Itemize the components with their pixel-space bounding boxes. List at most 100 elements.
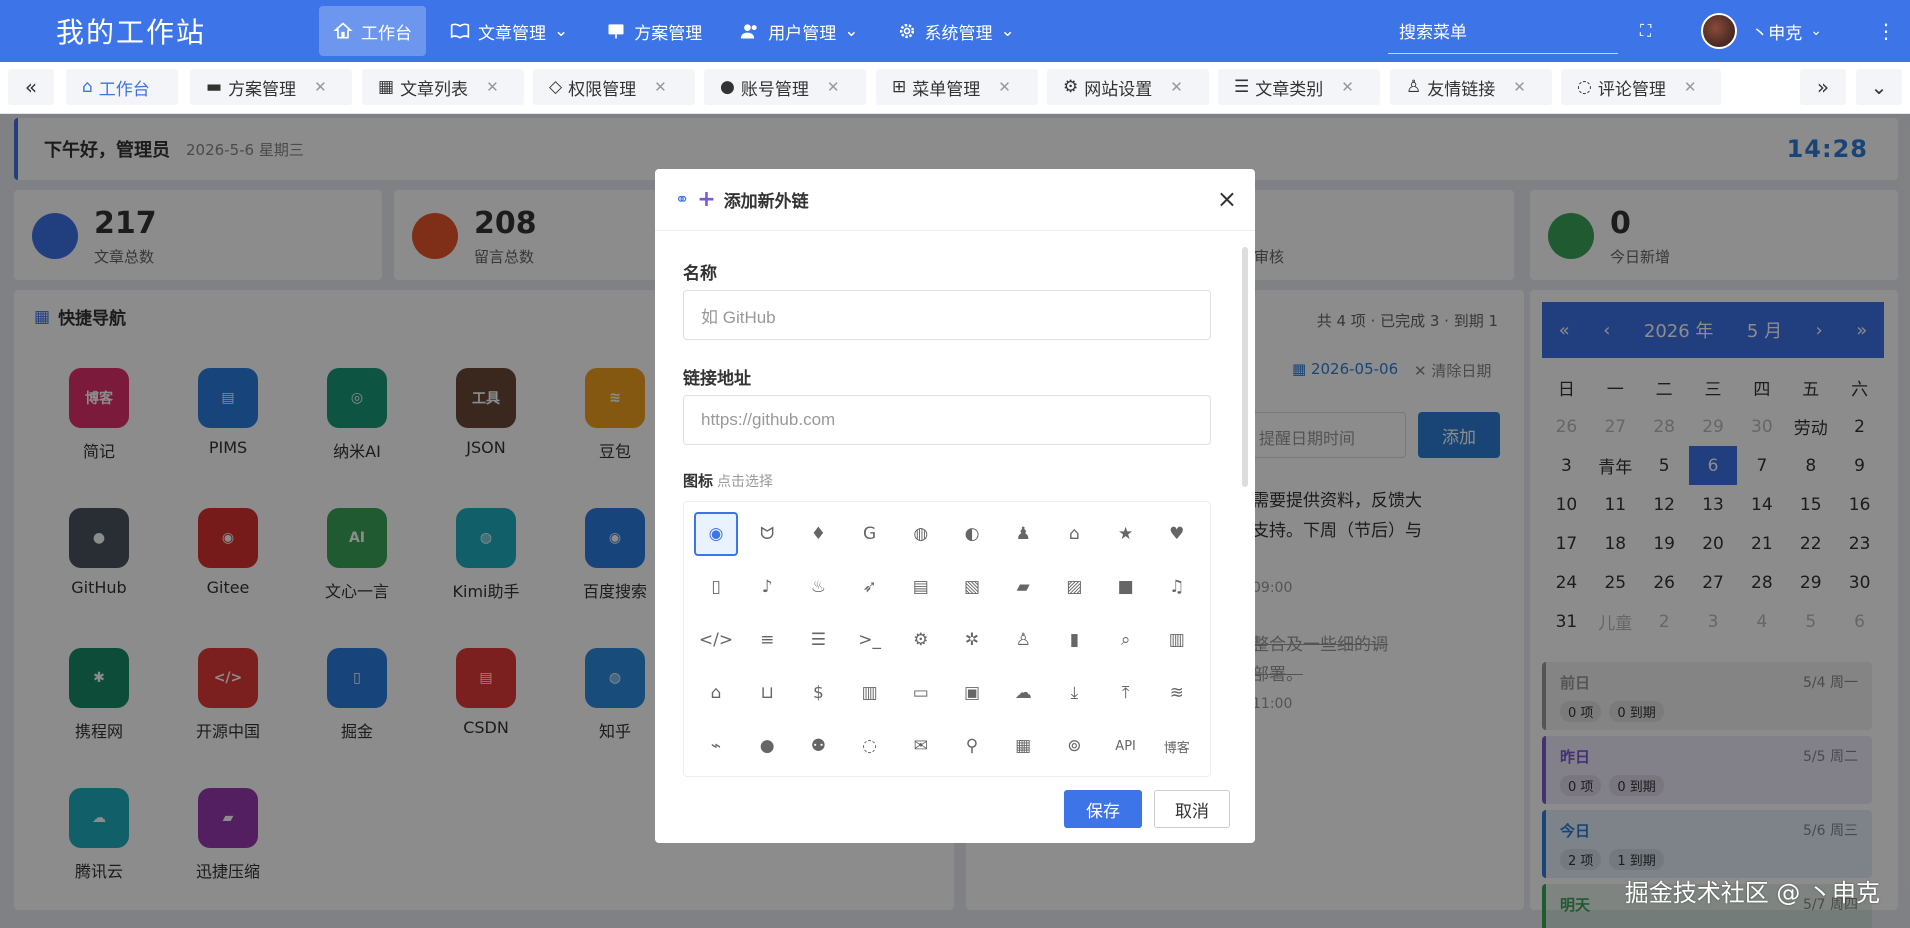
heart-icon[interactable]: ♥ <box>1155 512 1199 556</box>
icon-option-text[interactable]: API <box>1104 724 1148 768</box>
close-icon[interactable]: ✕ <box>314 78 327 96</box>
rocket-icon[interactable]: ➶ <box>848 565 892 609</box>
close-icon[interactable]: ✕ <box>1684 78 1697 96</box>
user-icon[interactable]: ● <box>745 724 789 768</box>
bookmark-icon[interactable]: ▯ <box>694 565 738 609</box>
cancel-button[interactable]: 取消 <box>1154 790 1230 828</box>
tab-article-list[interactable]: ▦ 文章列表 ✕ <box>362 69 524 105</box>
user-name[interactable]: 丶申克 <box>1751 19 1802 44</box>
tabs-scroll-right-button[interactable]: » <box>1800 69 1846 105</box>
icon-label-text: 图标 <box>683 472 714 490</box>
file-icon[interactable]: ▤ <box>899 565 943 609</box>
chart-icon[interactable]: ▥ <box>848 671 892 715</box>
cloud-icon[interactable]: ☁ <box>1001 671 1045 715</box>
tab-label: 友情链接 <box>1427 79 1496 100</box>
dialog-scrollbar[interactable] <box>1242 247 1248 487</box>
terminal-icon[interactable]: >_ <box>848 618 892 662</box>
tab-workbench[interactable]: ⌂ 工作台 <box>66 69 178 105</box>
qq-icon[interactable]: ♟ <box>1001 512 1045 556</box>
globe-icon[interactable]: ◉ <box>694 512 738 556</box>
tab-label: 菜单管理 <box>912 79 981 100</box>
book-icon[interactable]: ▥ <box>1155 618 1199 662</box>
users-icon <box>741 24 757 39</box>
search-menu-input[interactable]: 搜索菜单 <box>1388 12 1618 54</box>
chat-icon[interactable]: ◌ <box>848 724 892 768</box>
graduation-icon[interactable]: ⌂ <box>694 671 738 715</box>
code-file-icon[interactable]: ▧ <box>950 565 994 609</box>
menu-item-articles[interactable]: 文章管理 ⌄ <box>436 6 582 56</box>
name-input[interactable]: 如 GitHub <box>683 290 1211 340</box>
linux-icon[interactable]: ♙ <box>1001 618 1045 662</box>
tabs-scroll-left-button[interactable]: « <box>8 69 54 105</box>
menu-item-plans[interactable]: 方案管理 <box>592 6 716 56</box>
database-icon[interactable]: ≡ <box>745 618 789 662</box>
fire-icon[interactable]: ♨ <box>796 565 840 609</box>
star-icon[interactable]: ★ <box>1104 512 1148 556</box>
tabs-dropdown-button[interactable]: ⌄ <box>1856 69 1902 105</box>
book-icon <box>450 23 470 39</box>
presentation-icon <box>608 24 624 39</box>
folder-icon[interactable]: ▰ <box>1001 565 1045 609</box>
tab-site-settings[interactable]: ⚙ 网站设置 ✕ <box>1047 69 1209 105</box>
card-icon[interactable]: ▭ <box>899 671 943 715</box>
close-icon[interactable]: × <box>1217 185 1237 213</box>
cart-icon[interactable]: ⊔ <box>745 671 789 715</box>
weibo-icon[interactable]: ◍ <box>899 512 943 556</box>
tab-plans[interactable]: ▬ 方案管理 ✕ <box>190 69 352 105</box>
dollar-icon[interactable]: $ <box>796 671 840 715</box>
close-icon[interactable]: ✕ <box>654 78 667 96</box>
close-icon[interactable]: ✕ <box>1170 78 1183 96</box>
chevron-down-icon: ⌄ <box>554 21 569 41</box>
mobile-icon[interactable]: ▮ <box>1052 618 1096 662</box>
close-icon[interactable]: ✕ <box>1513 78 1526 96</box>
image-icon[interactable]: ▨ <box>1052 565 1096 609</box>
fullscreen-icon[interactable]: ⛶ <box>1640 21 1651 41</box>
close-icon[interactable]: ✕ <box>998 78 1011 96</box>
cat-icon[interactable]: ᗢ <box>745 512 789 556</box>
video-icon[interactable]: ■ <box>1104 565 1148 609</box>
tab-permissions[interactable]: ◇ 权限管理 ✕ <box>533 69 695 105</box>
plug-icon[interactable]: ⌁ <box>694 724 738 768</box>
users-icon[interactable]: ⚉ <box>796 724 840 768</box>
menu-item-users[interactable]: 用户管理 ⌄ <box>726 6 872 56</box>
home-icon[interactable]: ⌂ <box>1052 512 1096 556</box>
tab-accounts[interactable]: ● 账号管理 ✕ <box>704 69 866 105</box>
gamepad-icon[interactable]: ⊚ <box>1052 724 1096 768</box>
save-button[interactable]: 保存 <box>1064 790 1142 828</box>
close-icon[interactable]: ✕ <box>486 78 499 96</box>
search-icon[interactable]: ⌕ <box>1104 618 1148 662</box>
icon-option-text[interactable]: 博客 <box>1155 724 1199 768</box>
menu-item-label: 方案管理 <box>634 23 703 44</box>
close-icon[interactable]: ✕ <box>1341 78 1354 96</box>
chevron-down-icon[interactable]: ⌄ <box>1810 23 1822 39</box>
server-icon[interactable]: ☰ <box>796 618 840 662</box>
briefcase-icon[interactable]: ▣ <box>950 671 994 715</box>
code-icon[interactable]: </> <box>694 618 738 662</box>
menu-item-workbench[interactable]: 工作台 <box>319 6 426 56</box>
name-label: 名称 <box>683 264 717 284</box>
main-menu: 工作台 文章管理 ⌄ 方案管理 用户管理 ⌄ 系统管理 ⌄ <box>319 0 1039 62</box>
gear-icon <box>899 23 914 39</box>
bell-icon[interactable]: ♪ <box>745 565 789 609</box>
google-icon[interactable]: G <box>848 512 892 556</box>
menu-item-system[interactable]: 系统管理 ⌄ <box>883 6 1029 56</box>
upload-icon[interactable]: ⤒ <box>1104 671 1148 715</box>
calendar-icon[interactable]: ▦ <box>1001 724 1045 768</box>
more-vertical-icon[interactable]: ⋮ <box>1876 19 1896 43</box>
tab-menus[interactable]: ⊞ 菜单管理 ✕ <box>876 69 1038 105</box>
gear-icon[interactable]: ⚙ <box>899 618 943 662</box>
tab-comments[interactable]: ◌ 评论管理 ✕ <box>1561 69 1721 105</box>
tab-friend-links[interactable]: ♙ 友情链接 ✕ <box>1390 69 1552 105</box>
close-icon[interactable]: ✕ <box>827 78 840 96</box>
mail-icon[interactable]: ✉ <box>899 724 943 768</box>
music-icon[interactable]: ♫ <box>1155 565 1199 609</box>
pin-icon[interactable]: ⚲ <box>950 724 994 768</box>
url-input[interactable]: https://github.com <box>683 395 1211 445</box>
download-icon[interactable]: ⤓ <box>1052 671 1096 715</box>
bug-icon[interactable]: ✲ <box>950 618 994 662</box>
avatar[interactable] <box>1701 13 1738 49</box>
tab-article-categories[interactable]: ☰ 文章类别 ✕ <box>1218 69 1380 105</box>
gitlab-icon[interactable]: ♦ <box>796 512 840 556</box>
wifi-icon[interactable]: ≋ <box>1155 671 1199 715</box>
wechat-icon[interactable]: ◐ <box>950 512 994 556</box>
